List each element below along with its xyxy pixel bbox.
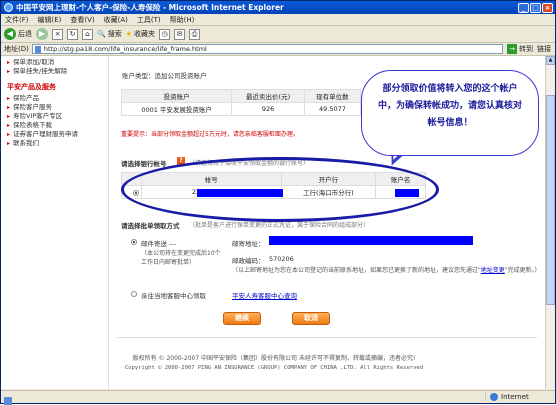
sidebar: 保单添加/取消 保单挂失/挂失解除 平安产品及服务 保险产品 保险客户服务 寿险… [1, 56, 109, 389]
mail-option-radio[interactable] [131, 239, 137, 245]
sidebar-heading: 平安产品及服务 [7, 83, 56, 91]
back-button[interactable]: ◀ 后退 [4, 28, 32, 40]
sidebar-item-policy-add[interactable]: 保单添加/取消 [7, 58, 102, 67]
print-button[interactable]: ⎙ [189, 28, 200, 40]
go-label: 转到 [519, 45, 533, 53]
footer-copyright-cn: 版权所有 © 2000-2007 中国平安保险（集团）股份有限公司 未经许可不得… [132, 355, 416, 362]
mail-option-desc: （本公司将在变更完成后10个工作日内邮寄批单） [141, 250, 221, 266]
menu-help[interactable]: 帮助(H) [170, 15, 195, 25]
mail-hint-text: （以上邮寄地址为您在本公司登记的当前联系地址，如果您已更换了新的地址，建议您先通… [232, 267, 481, 274]
mail-hint: （以上邮寄地址为您在本公司登记的当前联系地址，如果您已更换了新的地址，建议您先通… [232, 266, 542, 275]
menu-bar: 文件(F) 编辑(E) 查看(V) 收藏(A) 工具(T) 帮助(H) [1, 14, 555, 26]
postcode-value: 570206 [269, 255, 294, 263]
go-arrow-icon: → [507, 44, 517, 54]
sidebar-item-securities[interactable]: 证券客户理财服务申请 [7, 130, 102, 139]
sidebar-item-service[interactable]: 保险客户服务 [7, 103, 102, 112]
table-header: 现有单位数 [303, 89, 362, 103]
table-header: 投资账户 [120, 89, 233, 103]
globe-icon [490, 393, 498, 401]
menu-file[interactable]: 文件(F) [5, 15, 29, 25]
back-label: 后退 [18, 30, 32, 38]
ie-icon [4, 3, 13, 12]
forward-button[interactable]: ▶ [36, 28, 48, 40]
go-button[interactable]: → 转到 [507, 44, 533, 54]
continue-button[interactable]: 继续 [223, 312, 261, 325]
browser-window: 中国平安网上理财-个人客户-保险-人寿保险 - Microsoft Intern… [0, 0, 556, 405]
account-type-label: 账户类型：追加公司投资账户 [122, 72, 207, 80]
scroll-thumb[interactable] [546, 95, 555, 305]
footer-divider [117, 337, 537, 338]
cancel-button[interactable]: 取消 [292, 312, 330, 325]
table-cell: 0001 平安发展投资账户 [120, 102, 233, 116]
warning-text: 重要提示：当部分领取金额超过5万元时，请您亲临客服柜面办理。 [121, 131, 299, 138]
search-label: 搜索 [107, 30, 122, 38]
star-icon: ★ [125, 30, 132, 38]
menu-tools[interactable]: 工具(T) [137, 15, 161, 25]
mail-hint-end: "完成更新。） [504, 267, 541, 274]
address-url: http://stg.pa18.com/life_insurance/life_… [43, 45, 207, 53]
investment-table: 投资账户 最近卖出价(元) 现有单位数 0001 平安发展投资账户 926 49… [120, 89, 362, 116]
page-icon [34, 46, 41, 53]
callout-bubble: 部分领取价值将转入您的这个帐户中，为确保转帐成功，请您认真核对帐号信息！ [361, 70, 539, 156]
maximize-button[interactable]: □ [530, 2, 541, 13]
bank-section-title: 请选择银行帐号 [121, 160, 167, 168]
zone-label: Internet [501, 393, 529, 401]
table-cell: 49.5077 [303, 102, 362, 116]
postcode-label: 邮政编码： [232, 257, 265, 265]
service-center-link[interactable]: 平安人寿客服中心查询 [232, 290, 297, 300]
table-cell: 926 [231, 102, 305, 116]
search-icon: 🔍 [97, 30, 106, 38]
counter-option-label: 亲往当地客服中心领取 [141, 292, 206, 300]
counter-option-radio[interactable] [131, 291, 137, 297]
status-zone: Internet [485, 393, 555, 401]
address-input[interactable]: http://stg.pa18.com/life_insurance/life_… [31, 44, 503, 54]
toolbar: ◀ 后退 ▶ × ↻ ⌂ 🔍 搜索 ★ 收藏夹 ◷ ✉ ⎙ [1, 26, 555, 43]
mail-option-label: 邮件寄送 --- [141, 240, 177, 248]
refresh-button[interactable]: ↻ [67, 28, 78, 40]
status-bar: Internet [1, 390, 555, 405]
sidebar-item-products[interactable]: 保险产品 [7, 94, 102, 103]
menu-favorites[interactable]: 收藏(A) [104, 15, 128, 25]
scroll-up-arrow-icon[interactable]: ▲ [546, 56, 555, 65]
menu-edit[interactable]: 编辑(E) [38, 15, 62, 25]
window-title: 中国平安网上理财-个人客户-保险-人寿保险 - Microsoft Intern… [16, 3, 284, 12]
highlight-ellipse [121, 157, 439, 222]
notice-section-title: 请选择批单领取方式 [121, 222, 180, 230]
address-change-link[interactable]: 地址变更 [481, 267, 505, 274]
favorites-button[interactable]: ★ 收藏夹 [126, 29, 155, 39]
back-arrow-icon: ◀ [4, 28, 16, 40]
vertical-scrollbar[interactable]: ▲ [545, 56, 555, 389]
menu-view[interactable]: 查看(V) [70, 15, 94, 25]
search-button[interactable]: 🔍 搜索 [97, 29, 122, 39]
close-button[interactable]: × [542, 2, 553, 13]
sidebar-item-vip[interactable]: 寿险VIP客户专区 [7, 112, 102, 121]
home-button[interactable]: ⌂ [82, 28, 93, 40]
favorites-label: 收藏夹 [134, 30, 155, 38]
title-bar: 中国平安网上理财-个人客户-保险-人寿保险 - Microsoft Intern… [1, 1, 555, 14]
mail-button[interactable]: ✉ [174, 28, 185, 40]
sidebar-item-contact[interactable]: 联系我们 [7, 139, 102, 148]
links-button[interactable]: 链接 [537, 44, 551, 54]
footer-copyright-en: Copyright © 2000-2007 PING AN INSURANCE … [124, 365, 423, 371]
sidebar-item-policy-loss[interactable]: 保单挂失/挂失解除 [7, 67, 102, 76]
sidebar-item-forms[interactable]: 保险表格下载 [7, 121, 102, 130]
minimize-button[interactable]: _ [518, 2, 529, 13]
redacted-mail-address [269, 236, 473, 245]
table-header: 最近卖出价(元) [231, 89, 305, 103]
address-bar: 地址(D) http://stg.pa18.com/life_insurance… [1, 43, 555, 56]
address-label: 地址(D) [4, 45, 29, 53]
history-button[interactable]: ◷ [159, 28, 170, 40]
stop-button[interactable]: × [52, 28, 63, 40]
mail-address-label: 邮寄地址： [232, 240, 265, 248]
